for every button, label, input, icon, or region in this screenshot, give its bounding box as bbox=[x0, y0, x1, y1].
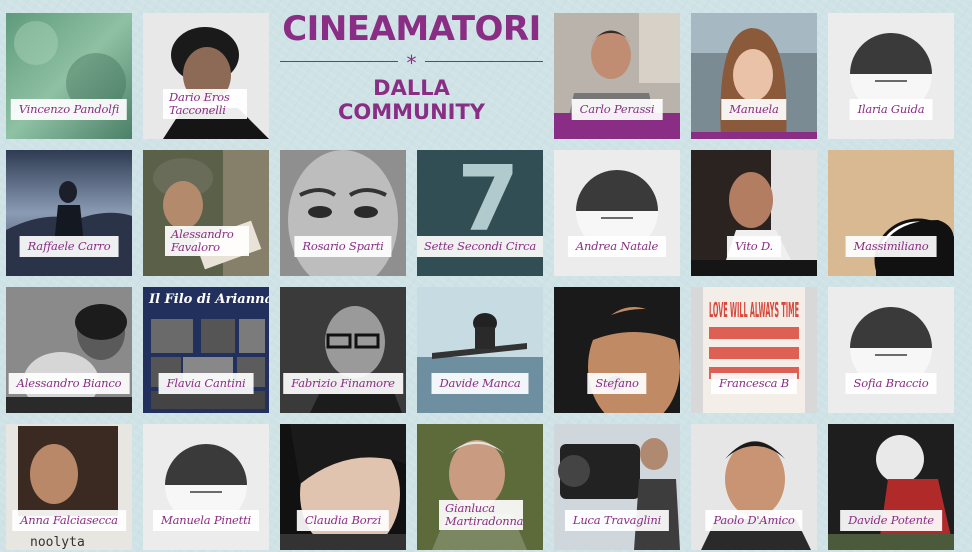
member-tile[interactable]: Paolo D'Amico bbox=[691, 424, 817, 550]
member-name: Francesca B bbox=[710, 373, 798, 394]
member-tile[interactable]: Stefano bbox=[554, 287, 680, 413]
member-name: Carlo Perassi bbox=[571, 99, 663, 120]
member-tile[interactable]: noolyta Anna Falciasecca bbox=[6, 424, 132, 550]
member-name: Vincenzo Pandolfi bbox=[10, 99, 128, 120]
member-tile[interactable]: Vincenzo Pandolfi bbox=[6, 13, 132, 139]
member-name: Dario Eros Tacconelli bbox=[163, 89, 247, 119]
member-tile[interactable]: Alessandro Favaloro bbox=[143, 150, 269, 276]
member-name: Davide Potente bbox=[840, 510, 942, 531]
member-tile[interactable]: Carlo Perassi bbox=[554, 13, 680, 139]
member-tile[interactable]: Andrea Natale bbox=[554, 150, 680, 276]
highlight-bar bbox=[691, 132, 817, 139]
member-name: Stefano bbox=[587, 373, 647, 394]
page-title: CINEAMATORI bbox=[282, 9, 541, 49]
member-tile[interactable]: Fabrizio Finamore bbox=[280, 287, 406, 413]
poster-title: Il Filo di Arianna bbox=[148, 292, 269, 307]
member-photo bbox=[417, 424, 543, 550]
member-tile[interactable]: Il Filo di Arianna Flavia Cantini bbox=[143, 287, 269, 413]
page-header: CINEAMATORI * DALLA COMMUNITY bbox=[280, 12, 543, 138]
member-photo bbox=[143, 13, 269, 139]
member-name: Davide Manca bbox=[431, 373, 529, 394]
member-photo bbox=[554, 424, 680, 550]
member-tile[interactable]: LOVE WILL ALWAYS TIME Francesca B bbox=[691, 287, 817, 413]
member-photo: 7 bbox=[417, 150, 543, 276]
member-tile[interactable]: Vito D. bbox=[691, 150, 817, 276]
member-name: Fabrizio Finamore bbox=[283, 373, 403, 394]
member-photo bbox=[6, 287, 132, 413]
member-name: Sette Secondi Circa bbox=[417, 236, 543, 257]
member-name: Ilaria Guida bbox=[849, 99, 933, 120]
member-tile[interactable]: Davide Potente bbox=[828, 424, 954, 550]
member-name: Paolo D'Amico bbox=[705, 510, 803, 531]
member-tile[interactable]: Ilaria Guida bbox=[828, 13, 954, 139]
member-tile[interactable]: Claudia Borzi bbox=[280, 424, 406, 550]
member-name: Andrea Natale bbox=[567, 236, 667, 257]
page-subtitle: DALLA COMMUNITY bbox=[280, 76, 543, 124]
member-photo: Il Filo di Arianna bbox=[143, 287, 269, 413]
member-photo bbox=[691, 13, 817, 139]
member-name: Raffaele Carro bbox=[19, 236, 119, 257]
member-name: Massimiliano bbox=[845, 236, 937, 257]
member-name: Alessandro Favaloro bbox=[165, 226, 249, 256]
member-name: Flavia Cantini bbox=[158, 373, 254, 394]
member-photo bbox=[691, 424, 817, 550]
member-tile[interactable]: Davide Manca bbox=[417, 287, 543, 413]
member-tile[interactable]: Luca Travaglini bbox=[554, 424, 680, 550]
member-name: Manuela Pinetti bbox=[153, 510, 259, 531]
member-name: Manuela bbox=[721, 99, 787, 120]
member-photo bbox=[6, 13, 132, 139]
member-photo bbox=[417, 287, 543, 413]
member-name: Rosario Sparti bbox=[294, 236, 392, 257]
member-name: Alessandro Bianco bbox=[8, 373, 130, 394]
member-name: Sofia Braccio bbox=[845, 373, 937, 394]
photo-caption: noolyta bbox=[30, 535, 85, 550]
member-tile[interactable]: Raffaele Carro bbox=[6, 150, 132, 276]
member-tile[interactable]: Dario Eros Tacconelli bbox=[143, 13, 269, 139]
member-photo bbox=[280, 287, 406, 413]
member-photo bbox=[6, 150, 132, 276]
member-name: Vito D. bbox=[726, 236, 782, 257]
member-photo bbox=[280, 150, 406, 276]
member-name: Gianluca Martiradonna bbox=[439, 500, 524, 530]
member-tile[interactable]: Massimiliano bbox=[828, 150, 954, 276]
member-tile[interactable]: Manuela bbox=[691, 13, 817, 139]
subtitle-line-1: DALLA bbox=[373, 76, 450, 100]
member-photo: LOVE WILL ALWAYS TIME bbox=[691, 287, 817, 413]
member-tile[interactable]: 7 Sette Secondi Circa bbox=[417, 150, 543, 276]
member-photo bbox=[554, 287, 680, 413]
member-photo bbox=[828, 150, 954, 276]
member-tile[interactable]: Manuela Pinetti bbox=[143, 424, 269, 550]
member-photo bbox=[280, 424, 406, 550]
member-name: Luca Travaglini bbox=[564, 510, 670, 531]
member-tile[interactable]: Rosario Sparti bbox=[280, 150, 406, 276]
member-photo: noolyta bbox=[6, 424, 132, 550]
member-tile[interactable]: Alessandro Bianco bbox=[6, 287, 132, 413]
member-tile[interactable]: Gianluca Martiradonna bbox=[417, 424, 543, 550]
member-name: Claudia Borzi bbox=[296, 510, 390, 531]
member-name: Anna Falciasecca bbox=[12, 510, 126, 531]
member-photo bbox=[143, 150, 269, 276]
star-icon: * bbox=[406, 51, 417, 75]
member-tile[interactable]: Sofia Braccio bbox=[828, 287, 954, 413]
poster-text: LOVE WILL ALWAYS TIME bbox=[709, 298, 799, 322]
title-divider: * bbox=[280, 51, 543, 75]
subtitle-line-2: COMMUNITY bbox=[337, 100, 486, 124]
member-photo bbox=[691, 150, 817, 276]
member-photo bbox=[828, 424, 954, 550]
